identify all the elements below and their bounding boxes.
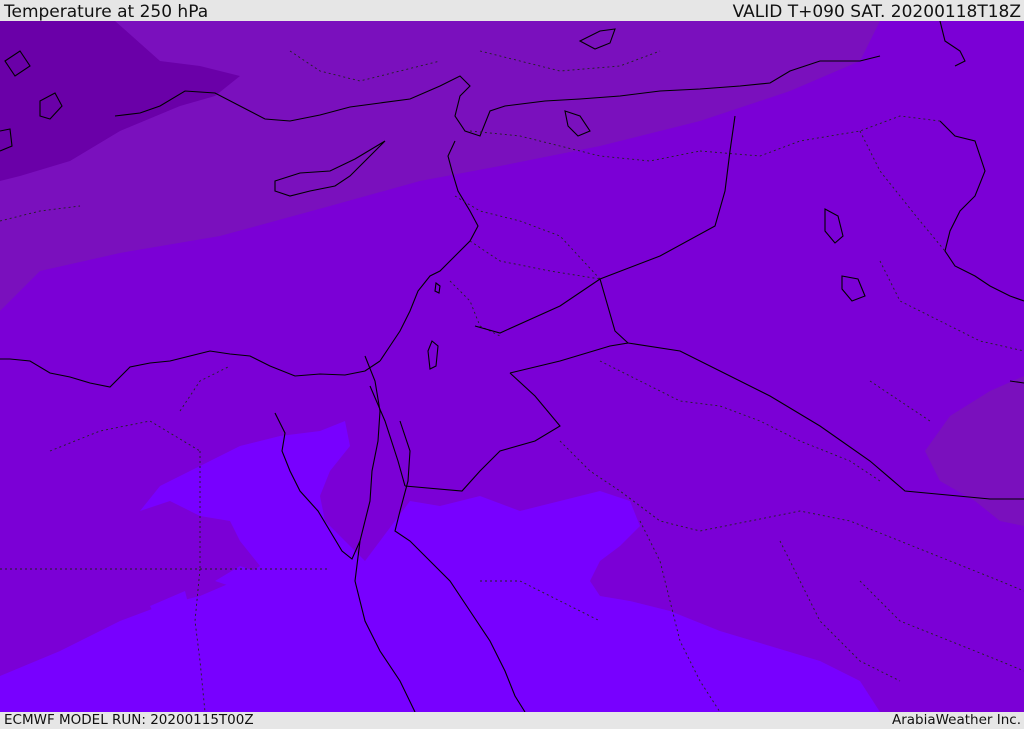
header-bar: Temperature at 250 hPa VALID T+090 SAT. …: [0, 0, 1024, 21]
map-title: Temperature at 250 hPa: [4, 2, 209, 22]
provider-credit: ArabiaWeather Inc.: [891, 712, 1021, 728]
model-run-label: ECMWF MODEL RUN: 20200115T00Z: [4, 712, 254, 728]
weather-map: [0, 21, 1024, 712]
footer-bar: ECMWF MODEL RUN: 20200115T00Z ArabiaWeat…: [0, 712, 1024, 729]
valid-time-label: VALID T+090 SAT. 20200118T18Z: [732, 2, 1021, 22]
